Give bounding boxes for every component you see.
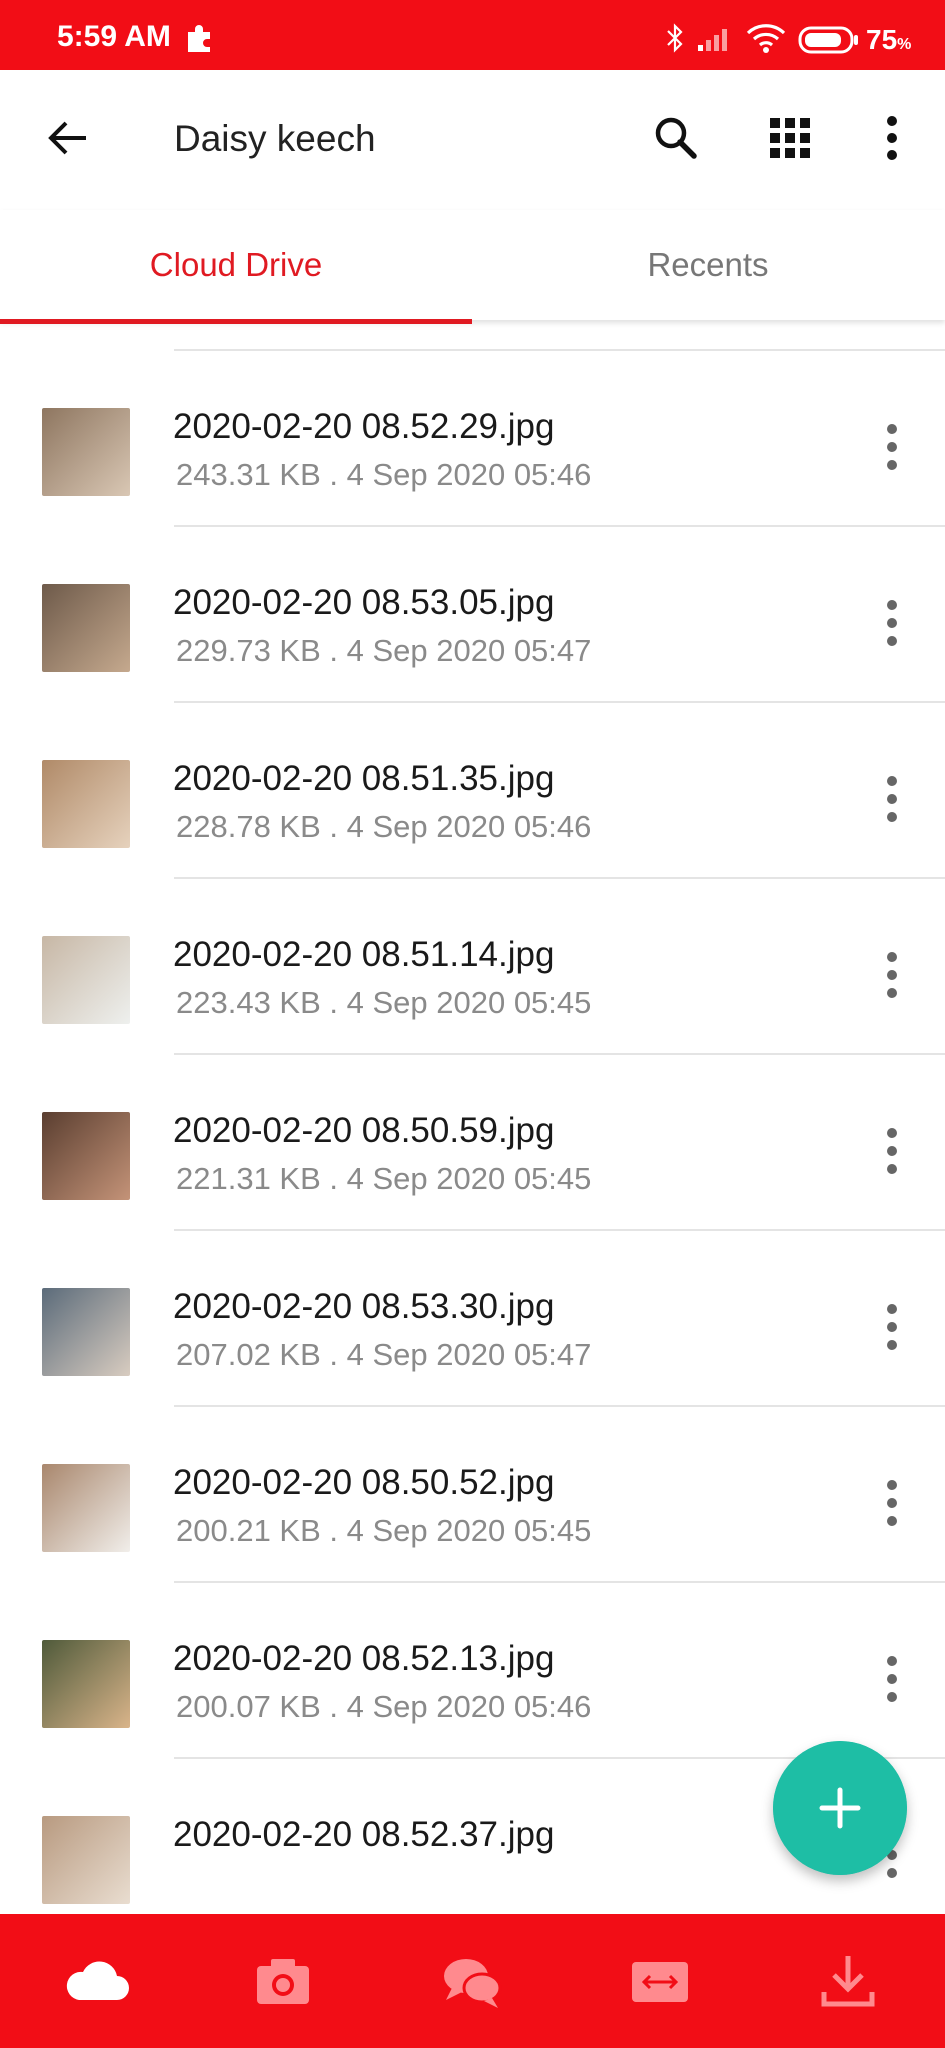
download-icon[interactable] [812, 1948, 884, 2014]
search-icon[interactable] [648, 110, 704, 166]
file-meta: 228.78 KB . 4 Sep 2020 05:46 [176, 809, 592, 844]
battery-icon [798, 26, 858, 54]
transfers-icon[interactable] [624, 1948, 696, 2014]
file-more-icon[interactable] [868, 1119, 916, 1183]
file-name: 2020-02-20 08.51.35.jpg [173, 759, 555, 798]
more-vert-icon[interactable] [864, 110, 920, 166]
wifi-icon [746, 24, 786, 53]
file-list[interactable]: 2020-02-20 08.51.30.jpg306.22 KB . 4 Sep… [0, 265, 945, 1915]
file-row[interactable]: 2020-02-20 08.53.05.jpg 229.73 KB . 4 Sep… [0, 527, 945, 703]
battery-value: 75 [866, 24, 898, 55]
file-name: 2020-02-20 08.52.13.jpg [173, 1639, 555, 1678]
file-more-icon[interactable] [868, 591, 916, 655]
file-meta: 221.31 KB . 4 Sep 2020 05:45 [176, 1161, 592, 1196]
active-tab-indicator [0, 319, 472, 324]
file-row[interactable]: 2020-02-20 08.53.30.jpg 207.02 KB . 4 Sep… [0, 1231, 945, 1407]
screen: 5:59 AM 75% Daisy keech Cloud Drive Rece… [0, 0, 945, 2048]
tab-bar: Cloud Drive Recents [0, 210, 945, 324]
file-more-icon[interactable] [868, 767, 916, 831]
status-bar: 5:59 AM 75% [0, 0, 945, 70]
file-more-icon[interactable] [868, 1295, 916, 1359]
app-bar: Daisy keech [0, 70, 945, 210]
file-name: 2020-02-20 08.53.05.jpg [173, 583, 555, 622]
file-meta: 229.73 KB . 4 Sep 2020 05:47 [176, 633, 592, 668]
file-thumbnail [42, 1288, 130, 1376]
file-meta: 207.02 KB . 4 Sep 2020 05:47 [176, 1337, 592, 1372]
back-arrow-icon[interactable] [40, 110, 96, 166]
file-row[interactable]: 2020-02-20 08.50.52.jpg 200.21 KB . 4 Sep… [0, 1407, 945, 1583]
file-name: 2020-02-20 08.50.59.jpg [173, 1111, 555, 1150]
file-thumbnail [42, 1816, 130, 1904]
file-row[interactable]: 2020-02-20 08.51.14.jpg 223.43 KB . 4 Sep… [0, 879, 945, 1055]
signal-icon [698, 29, 727, 51]
cloud-icon[interactable] [61, 1948, 133, 2014]
file-name: 2020-02-20 08.52.37.jpg [173, 1815, 555, 1854]
file-name: 2020-02-20 08.52.29.jpg [173, 407, 555, 446]
tab-recents[interactable]: Recents [472, 210, 944, 320]
puzzle-icon [188, 25, 210, 52]
file-meta: 200.21 KB . 4 Sep 2020 05:45 [176, 1513, 592, 1548]
file-more-icon[interactable] [868, 1647, 916, 1711]
status-time: 5:59 AM [57, 20, 171, 53]
file-thumbnail [42, 1112, 130, 1200]
add-fab-button[interactable] [773, 1741, 907, 1875]
camera-icon[interactable] [247, 1948, 319, 2014]
file-thumbnail [42, 936, 130, 1024]
file-more-icon[interactable] [868, 415, 916, 479]
file-thumbnail [42, 1640, 130, 1728]
file-more-icon[interactable] [868, 943, 916, 1007]
page-title: Daisy keech [174, 118, 376, 159]
file-meta: 243.31 KB . 4 Sep 2020 05:46 [176, 457, 592, 492]
file-row[interactable]: 2020-02-20 08.51.35.jpg 228.78 KB . 4 Sep… [0, 703, 945, 879]
file-meta: 223.43 KB . 4 Sep 2020 05:45 [176, 985, 592, 1020]
file-meta: 200.07 KB . 4 Sep 2020 05:46 [176, 1689, 592, 1724]
file-row[interactable]: 2020-02-20 08.52.13.jpg 200.07 KB . 4 Sep… [0, 1583, 945, 1759]
bluetooth-icon [667, 23, 683, 53]
file-row[interactable]: 2020-02-20 08.52.29.jpg 243.31 KB . 4 Sep… [0, 351, 945, 527]
file-thumbnail [42, 1464, 130, 1552]
file-row[interactable]: 2020-02-20 08.50.59.jpg 221.31 KB . 4 Sep… [0, 1055, 945, 1231]
file-name: 2020-02-20 08.50.52.jpg [173, 1463, 555, 1502]
file-more-icon[interactable] [868, 1471, 916, 1535]
battery-percent: 75% [866, 24, 911, 56]
file-thumbnail [42, 584, 130, 672]
file-name: 2020-02-20 08.51.14.jpg [173, 935, 555, 974]
battery-unit: % [897, 36, 912, 53]
chat-icon[interactable] [436, 1948, 508, 2014]
tab-cloud-drive[interactable]: Cloud Drive [0, 210, 472, 320]
grid-view-icon[interactable] [762, 110, 818, 166]
bottom-navigation [0, 1914, 945, 2048]
file-thumbnail [42, 408, 130, 496]
file-thumbnail [42, 760, 130, 848]
file-name: 2020-02-20 08.53.30.jpg [173, 1287, 555, 1326]
